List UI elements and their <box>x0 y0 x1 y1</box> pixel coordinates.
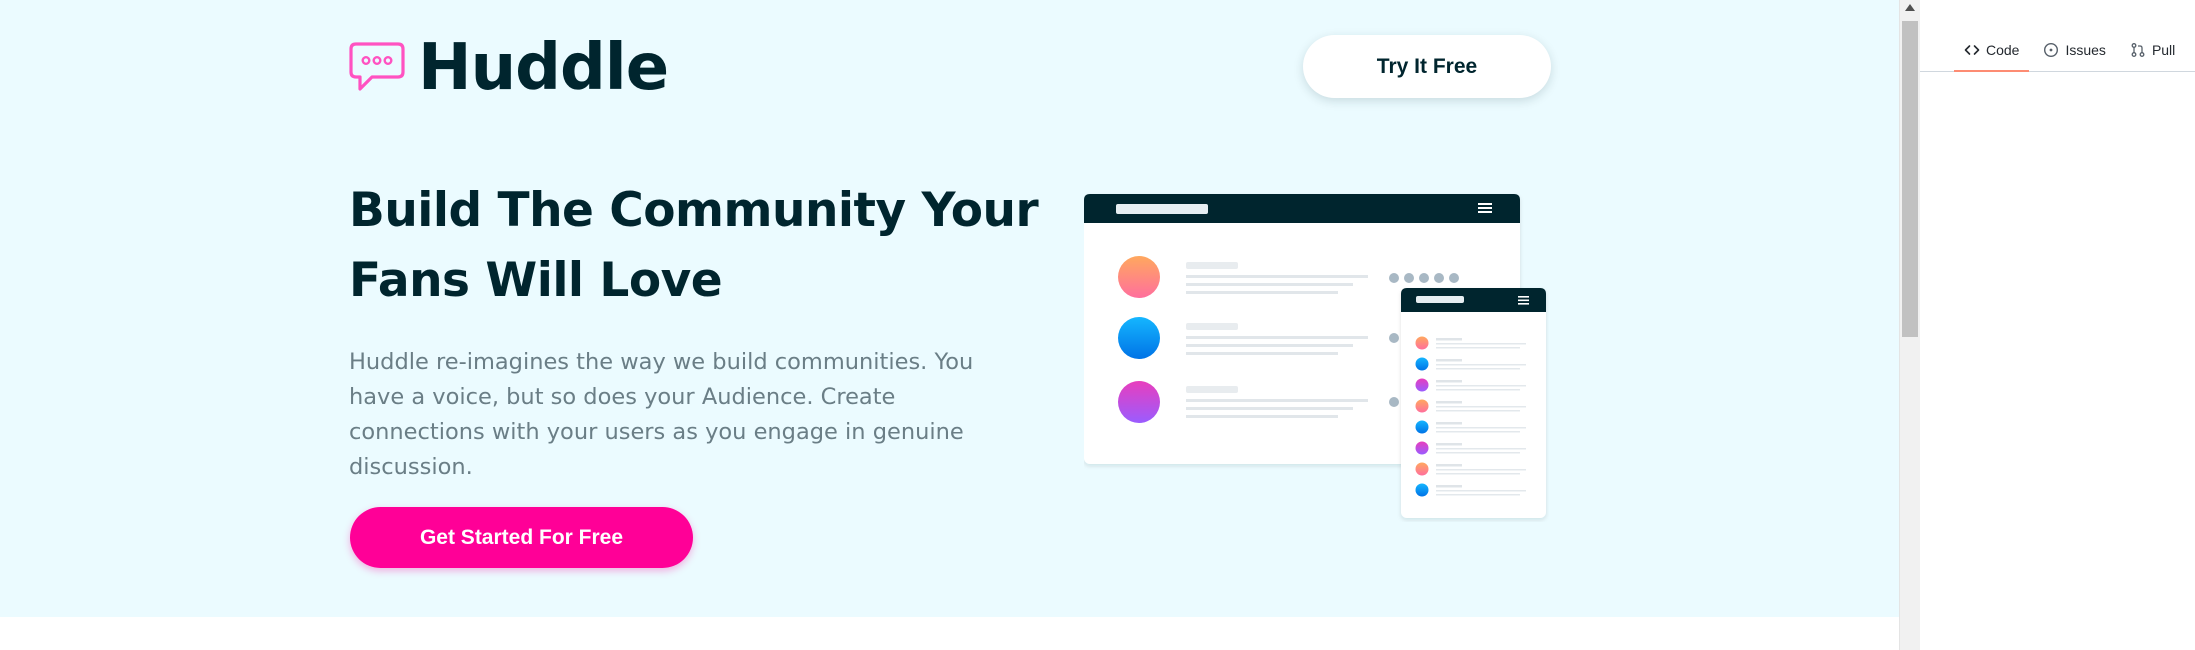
truncated-header-text-fragment <box>2015 0 2135 4</box>
tab-issues[interactable]: Issues <box>2031 28 2117 71</box>
try-it-free-button[interactable]: Try It Free <box>1303 35 1551 98</box>
hero-description: Huddle re-imagines the way we build comm… <box>349 349 974 480</box>
repo-tabs: Code Issues Pull <box>1920 28 2195 72</box>
issue-icon <box>2044 42 2059 57</box>
hero-illustration <box>1084 194 1546 518</box>
scroll-up-arrow-icon[interactable] <box>1905 4 1915 11</box>
headline-line-2: Fans Will Love <box>349 253 723 308</box>
hero-section: Huddle Try It Free Build The Community Y… <box>0 0 1899 617</box>
tab-issues-label: Issues <box>2065 41 2106 58</box>
tab-pull-label: Pull <box>2151 41 2176 58</box>
tab-code[interactable]: Code <box>1952 28 2031 72</box>
chat-bubble-icon <box>349 42 405 91</box>
headline-line-1: Build The Community Your <box>349 183 1039 238</box>
tab-pull-requests[interactable]: Pull <box>2118 28 2187 71</box>
site-viewport: Huddle Try It Free Build The Community Y… <box>0 0 1899 650</box>
tab-code-label: Code <box>1986 41 2020 58</box>
brand-logo[interactable]: Huddle <box>348 31 669 105</box>
page-scrollbar[interactable] <box>1899 0 1920 650</box>
code-icon <box>1964 44 1980 55</box>
github-side-panel: Code Issues Pull <box>1920 0 2195 650</box>
brand-name: Huddle <box>418 31 669 105</box>
page: Huddle Try It Free Build The Community Y… <box>0 0 2195 650</box>
hero-headline: Build The Community Your Fans Will Love <box>349 176 1049 316</box>
get-started-button[interactable]: Get Started For Free <box>350 507 693 568</box>
scroll-thumb[interactable] <box>1902 21 1918 337</box>
pull-request-icon <box>2131 42 2145 57</box>
